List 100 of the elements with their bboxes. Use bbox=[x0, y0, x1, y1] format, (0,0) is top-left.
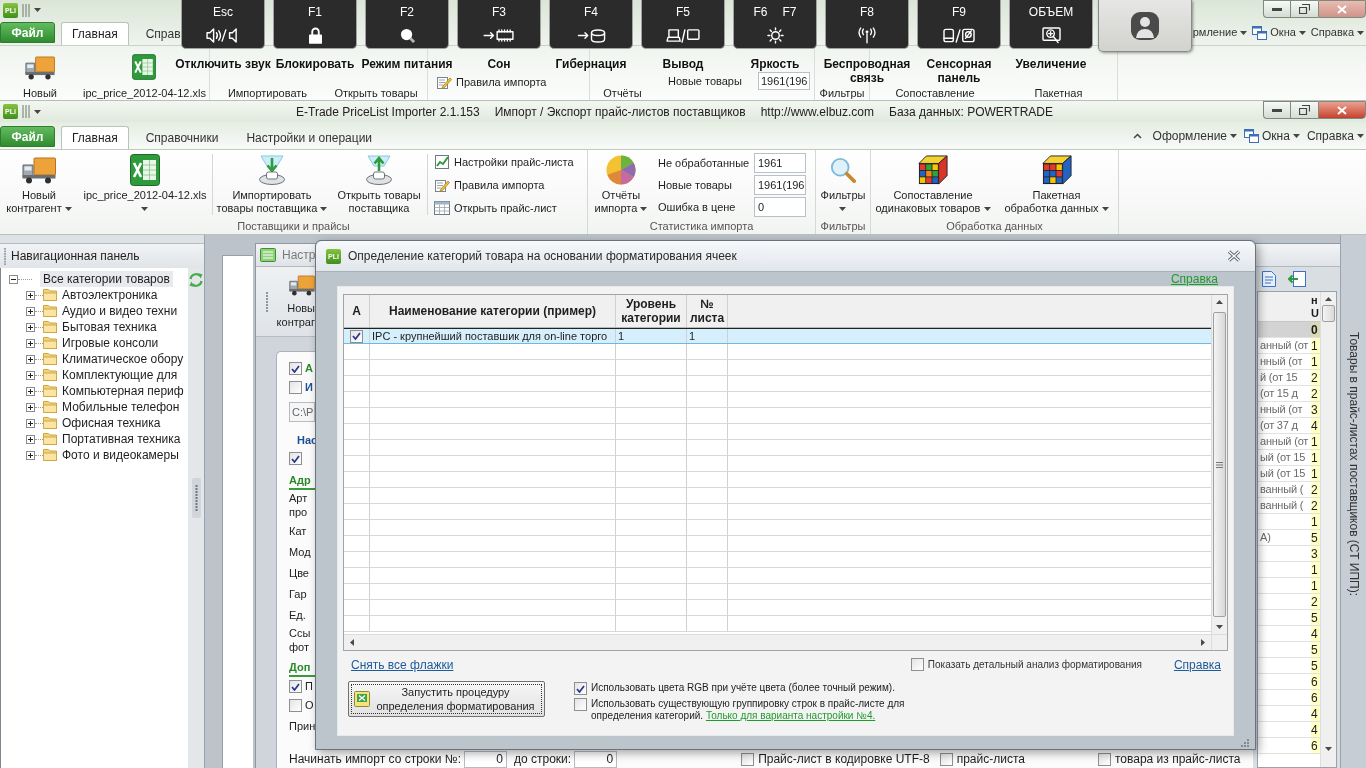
ribbon-button[interactable]: Импортировать bbox=[227, 86, 308, 100]
maximize-button[interactable] bbox=[1290, 101, 1318, 119]
ribbon-button[interactable]: ipc_price_2012-04-12.xls bbox=[78, 150, 212, 219]
resize-grip-icon[interactable] bbox=[1241, 739, 1249, 747]
table-row[interactable]: (от 15 д 2 bbox=[1258, 386, 1320, 402]
plus-box-icon[interactable] bbox=[26, 434, 35, 444]
table-row[interactable]: 6 bbox=[1258, 738, 1320, 754]
table-row[interactable]: 2 bbox=[1258, 594, 1320, 610]
vertical-scrollbar[interactable] bbox=[1320, 292, 1336, 767]
tree-item[interactable]: Автоэлектроника bbox=[59, 287, 161, 303]
function-key[interactable]: F6 F7 bbox=[733, 0, 817, 49]
scroll-right-icon[interactable] bbox=[1201, 639, 1205, 646]
ribbon-button[interactable]: Новый bbox=[23, 56, 57, 100]
scrollbar-thumb[interactable] bbox=[1213, 312, 1226, 617]
table-row[interactable]: ванный ( 2 bbox=[1258, 498, 1320, 514]
checkbox[interactable] bbox=[939, 752, 953, 766]
checkbox[interactable] bbox=[350, 329, 363, 343]
checkbox[interactable] bbox=[289, 699, 302, 712]
ribbon-button[interactable]: Сопоставление одинаковых товаров bbox=[871, 150, 995, 219]
close-button[interactable] bbox=[1318, 0, 1366, 18]
table-row[interactable]: 1 bbox=[1258, 578, 1320, 594]
checkbox[interactable] bbox=[289, 680, 302, 693]
ribbon-button[interactable]: Настройки прайс-листа bbox=[434, 153, 574, 171]
tree-item[interactable]: Портативная техника bbox=[59, 431, 184, 447]
function-key[interactable]: F8 bbox=[825, 0, 909, 49]
checkbox[interactable] bbox=[574, 698, 587, 711]
scroll-down-icon[interactable] bbox=[1325, 747, 1332, 751]
tree-item[interactable]: Офисная техника bbox=[59, 415, 164, 431]
ribbon-tab[interactable]: Справ bbox=[134, 22, 182, 45]
close-icon[interactable] bbox=[1227, 250, 1241, 262]
menu-button[interactable]: Окна bbox=[1252, 24, 1306, 41]
ribbon-button[interactable]: Пакетная bbox=[1034, 86, 1083, 100]
table-row[interactable]: 4 bbox=[1258, 706, 1320, 722]
run-button[interactable]: Запустить процедуру определения форматирования bbox=[348, 681, 545, 717]
checkbox[interactable] bbox=[910, 658, 924, 671]
table-row[interactable]: 5 bbox=[1258, 642, 1320, 658]
function-key[interactable]: F4 bbox=[549, 0, 633, 49]
plus-box-icon[interactable] bbox=[26, 450, 35, 460]
scroll-down-icon[interactable] bbox=[1216, 625, 1223, 629]
plus-box-icon[interactable] bbox=[26, 306, 35, 316]
help-link[interactable]: Справка bbox=[1173, 655, 1221, 674]
checkbox[interactable] bbox=[574, 682, 587, 695]
table-row[interactable]: 4 bbox=[1258, 722, 1320, 738]
ribbon-button[interactable]: Отчёты bbox=[603, 86, 642, 100]
table-row[interactable]: 4 bbox=[1258, 626, 1320, 642]
table-row[interactable]: A) 5 bbox=[1258, 530, 1320, 546]
splitter-grip-icon[interactable] bbox=[191, 478, 201, 518]
menu-button[interactable]: Оформление bbox=[1152, 126, 1238, 145]
user-tile[interactable] bbox=[1098, 0, 1192, 52]
plus-box-icon[interactable] bbox=[26, 290, 35, 300]
table-row[interactable]: (от 37 д 4 bbox=[1258, 418, 1320, 434]
table-row[interactable]: 1 bbox=[1258, 514, 1320, 530]
plus-box-icon[interactable] bbox=[26, 402, 35, 412]
menu-button[interactable]: Справка bbox=[1310, 24, 1364, 41]
ribbon-button[interactable]: Отчёты импорта bbox=[588, 150, 654, 219]
tree-item[interactable]: Мобильные телефон bbox=[59, 399, 183, 415]
function-key[interactable]: F9 bbox=[917, 0, 1001, 49]
table-row[interactable]: 5 bbox=[1258, 658, 1320, 674]
table-row[interactable]: ый (от 15 1 bbox=[1258, 466, 1320, 482]
plus-box-icon[interactable] bbox=[26, 418, 35, 428]
tree-item[interactable]: Игровые консоли bbox=[59, 335, 162, 351]
table-row[interactable]: й (от 15 2 bbox=[1258, 370, 1320, 386]
scroll-left-icon[interactable] bbox=[350, 639, 354, 646]
scroll-up-icon[interactable] bbox=[1325, 297, 1332, 301]
ribbon-button[interactable]: Фильтры bbox=[819, 86, 865, 100]
table-row[interactable]: ванный ( 2 bbox=[1258, 482, 1320, 498]
ribbon-button[interactable]: Правила импорта bbox=[434, 176, 545, 194]
horizontal-scrollbar[interactable] bbox=[344, 634, 1211, 650]
chevron-up-icon[interactable] bbox=[1132, 132, 1142, 139]
column-header[interactable]: № листа bbox=[687, 297, 727, 325]
ribbon-tab[interactable]: Справочники bbox=[134, 126, 230, 149]
function-key[interactable]: F3 bbox=[457, 0, 541, 49]
ribbon-button[interactable]: Открыть товары bbox=[334, 86, 418, 100]
ribbon-button[interactable]: Открыть прайс-лист bbox=[434, 199, 557, 217]
column-header[interactable]: Уровень категории bbox=[616, 297, 686, 325]
menu-button[interactable]: Окна bbox=[1244, 126, 1300, 145]
document-icon[interactable] bbox=[1262, 271, 1276, 287]
tree-item[interactable]: Фото и видеокамеры bbox=[59, 447, 182, 463]
tree-item[interactable]: Бытовая техника bbox=[59, 319, 160, 335]
tree-item[interactable]: Все категории товаров bbox=[40, 271, 173, 287]
tree-item[interactable]: Комплектующие для bbox=[59, 367, 181, 383]
table-row[interactable]: нный (от 3 bbox=[1258, 402, 1320, 418]
minimize-button[interactable] bbox=[1263, 101, 1290, 119]
table-row[interactable]: анный (от 1 bbox=[1258, 434, 1320, 450]
table-row[interactable]: 6 bbox=[1258, 690, 1320, 706]
ribbon-button[interactable]: Открыть товары поставщика bbox=[331, 150, 427, 219]
toolbar-button[interactable]: Новы контраг bbox=[271, 274, 315, 329]
minus-box-icon[interactable] bbox=[9, 274, 18, 284]
column-header[interactable]: н U bbox=[1311, 292, 1320, 321]
plus-box-icon[interactable] bbox=[26, 338, 35, 348]
ribbon-button[interactable]: Импортировать товары поставщика bbox=[213, 150, 331, 219]
checkbox[interactable] bbox=[1097, 752, 1111, 766]
plus-box-icon[interactable] bbox=[26, 322, 35, 332]
function-key[interactable]: F2 bbox=[365, 0, 449, 49]
table-row[interactable]: анный (от 1 bbox=[1258, 338, 1320, 354]
maximize-button[interactable] bbox=[1290, 0, 1318, 18]
close-button[interactable] bbox=[1318, 101, 1366, 119]
table-row[interactable]: IPC - крупнейший поставшик для on-line торго 1 1 bbox=[344, 328, 1211, 344]
scroll-up-icon[interactable] bbox=[1216, 300, 1223, 304]
ribbon-button[interactable]: Фильтры bbox=[816, 150, 870, 219]
